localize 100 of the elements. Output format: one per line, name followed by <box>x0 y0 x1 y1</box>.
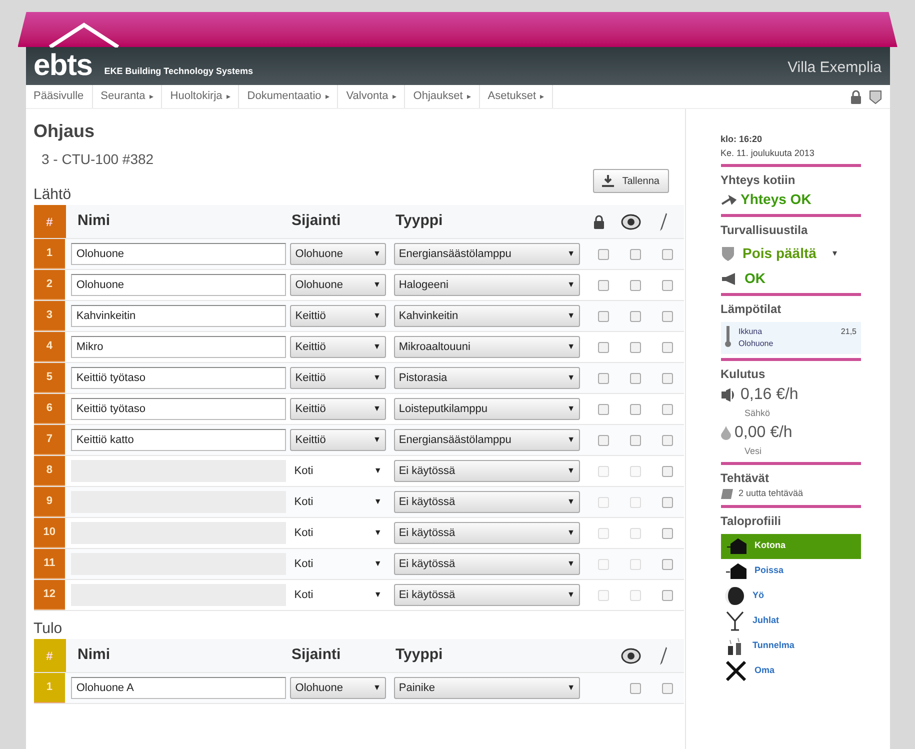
checkbox[interactable] <box>662 682 674 694</box>
row-number: 3 <box>34 301 66 331</box>
consumption-label: Vesi <box>744 444 763 458</box>
column-header: # <box>34 639 66 672</box>
house-icon <box>724 563 746 579</box>
checkbox[interactable] <box>630 342 642 352</box>
column-header: Tyyppi <box>394 211 444 232</box>
date-text: Ke. 11. joulukuuta 2013 <box>720 146 816 160</box>
name-field[interactable]: Mikro <box>71 336 286 358</box>
nav-link[interactable]: Asetukset ▸ <box>480 85 554 108</box>
dropdown[interactable]: Keittiö ▼ <box>290 305 386 327</box>
checkbox[interactable] <box>662 248 674 260</box>
tasks-link[interactable]: 2 uutta tehtävää <box>738 487 804 500</box>
dropdown[interactable]: Kahvinkeitin ▼ <box>394 305 580 327</box>
nav-link[interactable]: Seuranta ▸ <box>92 85 162 108</box>
dropdown[interactable]: Olohuone ▼ <box>290 243 386 265</box>
dropdown[interactable]: Pistorasia ▼ <box>394 367 580 389</box>
checkbox[interactable] <box>662 280 674 290</box>
pencil-icon <box>658 646 666 666</box>
thermometer-icon <box>724 326 730 348</box>
column-header: Nimi <box>76 645 112 666</box>
dropdown[interactable]: Olohuone ▼ <box>290 677 386 699</box>
nav-link[interactable]: Huoltokirja ▸ <box>162 85 240 108</box>
name-field[interactable]: Olohuone <box>71 243 286 265</box>
clock-time: klo: 16:20 <box>720 133 764 146</box>
dropdown[interactable]: Mikroaaltouuni ▼ <box>394 336 580 358</box>
profile-item[interactable]: Yö <box>720 584 860 608</box>
nav-link[interactable]: Pääsivulle <box>26 85 93 108</box>
profile-item[interactable]: Oma <box>720 658 860 684</box>
row-number: 4 <box>34 332 66 362</box>
checkbox[interactable] <box>598 372 610 384</box>
eye-icon <box>620 648 640 664</box>
checkbox[interactable] <box>662 434 674 446</box>
checkbox[interactable] <box>662 404 674 414</box>
room-name: Olohuone <box>738 338 774 350</box>
glass-icon <box>724 611 744 631</box>
row-number: 8 <box>34 456 66 486</box>
row-number: 10 <box>34 518 66 548</box>
row-number: 12 <box>34 580 66 610</box>
name-field[interactable]: Keittiö työtaso <box>71 398 286 420</box>
row-number: 2 <box>34 270 66 300</box>
checkbox[interactable] <box>630 434 642 446</box>
caret-icon[interactable]: ▾ <box>832 246 838 260</box>
name-field[interactable]: Keittiö katto <box>71 429 286 451</box>
name-field[interactable]: Kahvinkeitin <box>71 305 286 327</box>
lock-icon[interactable] <box>850 90 860 104</box>
checkbox[interactable] <box>662 372 674 384</box>
dropdown[interactable]: Olohuone ▼ <box>290 274 386 296</box>
checkbox[interactable] <box>630 404 642 414</box>
nav-link[interactable]: Dokumentaatio ▸ <box>239 85 338 108</box>
row-number: 1 <box>34 673 66 703</box>
dropdown[interactable]: Painike ▼ <box>394 677 580 699</box>
roof-icon <box>48 22 120 48</box>
dropdown[interactable]: Energiansäästölamppu ▼ <box>394 429 580 451</box>
profile-item[interactable]: Kotona <box>720 534 860 558</box>
checkbox[interactable] <box>630 372 642 384</box>
name-field[interactable]: Olohuone <box>71 274 286 296</box>
row-number: 7 <box>34 425 66 455</box>
brand-logo: ebts <box>34 51 92 81</box>
dropdown[interactable]: Loisteputkilamppu ▼ <box>394 398 580 420</box>
megaphone-icon <box>720 272 736 286</box>
download-icon <box>602 175 614 187</box>
name-field[interactable]: Olohuone A <box>71 677 286 699</box>
checkbox[interactable] <box>662 310 674 322</box>
row-number: 5 <box>34 363 66 393</box>
dropdown[interactable]: Keittiö ▼ <box>290 398 386 420</box>
checkbox[interactable] <box>598 248 610 260</box>
row-number: 6 <box>34 394 66 424</box>
column-header: Tyyppi <box>394 645 444 666</box>
checkbox[interactable] <box>630 280 642 290</box>
site-name: Villa Exemplia <box>788 58 882 78</box>
checkbox[interactable] <box>598 404 610 414</box>
dropdown[interactable]: Keittiö ▼ <box>290 429 386 451</box>
profile-item[interactable]: Juhlat <box>720 608 860 634</box>
nav-link[interactable]: Ohjaukset ▸ <box>405 85 480 108</box>
checkbox[interactable] <box>630 682 642 694</box>
tools-icon <box>724 661 746 681</box>
checkbox[interactable] <box>630 248 642 260</box>
checkbox[interactable] <box>598 280 610 290</box>
checkbox[interactable] <box>598 434 610 446</box>
section-label: Lähtö <box>34 185 72 205</box>
checkbox[interactable] <box>598 310 610 322</box>
name-field[interactable]: Keittiö työtaso <box>71 367 286 389</box>
section-title: Lämpötilat <box>720 301 782 318</box>
dropdown[interactable]: Keittiö ▼ <box>290 367 386 389</box>
section-title: Turvallisuustila <box>720 222 809 239</box>
nav-link[interactable]: Valvonta ▸ <box>338 85 406 108</box>
row-number: 11 <box>34 549 66 579</box>
lock-icon <box>594 214 604 228</box>
profile-item[interactable]: Poissa <box>720 558 860 584</box>
profile-item[interactable]: Tunnelma <box>720 634 860 658</box>
dropdown[interactable]: Keittiö ▼ <box>290 336 386 358</box>
save-button[interactable]: Tallenna <box>593 169 668 193</box>
column-header: Nimi <box>76 211 112 232</box>
checkbox[interactable] <box>662 342 674 352</box>
dropdown[interactable]: Halogeeni ▼ <box>394 274 580 296</box>
connection-status: Yhteys OK <box>740 190 812 209</box>
checkbox[interactable] <box>598 342 610 352</box>
dropdown[interactable]: Energiansäästölamppu ▼ <box>394 243 580 265</box>
checkbox[interactable] <box>630 310 642 322</box>
